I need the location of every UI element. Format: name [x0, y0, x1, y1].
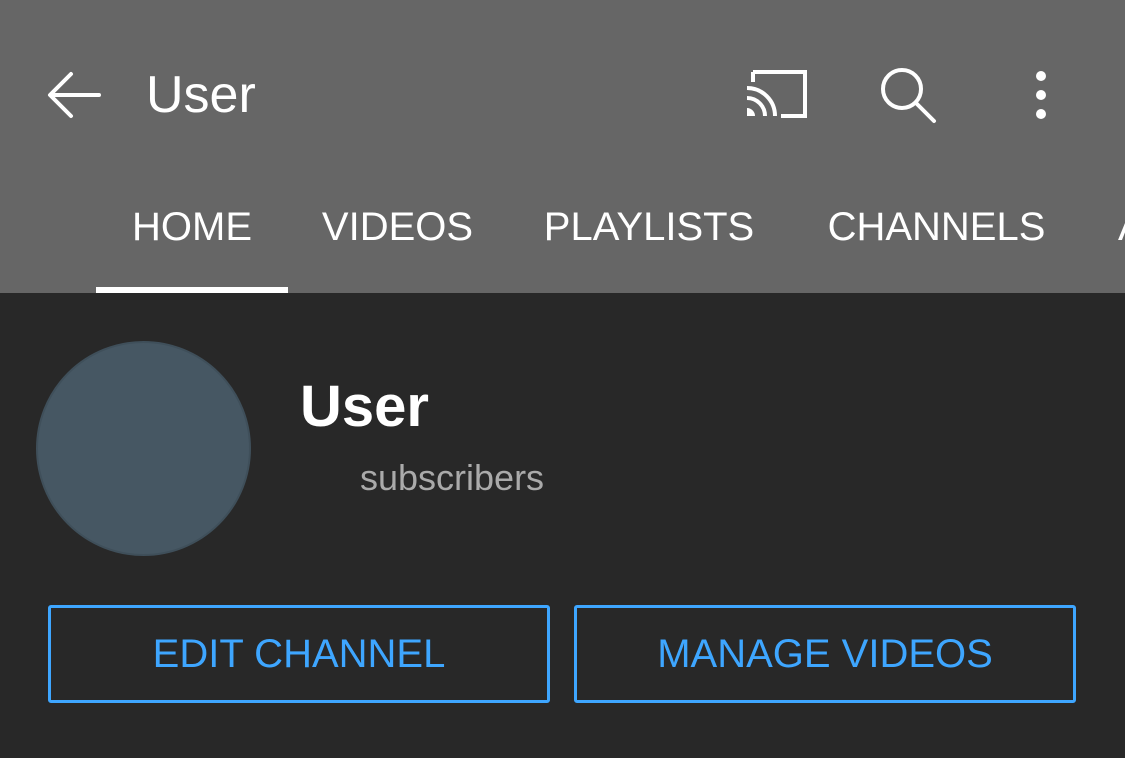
page-title: User	[146, 66, 256, 124]
back-button[interactable]	[38, 60, 108, 130]
tab-home[interactable]: HOME	[96, 175, 288, 293]
cast-button[interactable]	[737, 60, 817, 130]
more-vert-icon	[1036, 71, 1046, 119]
tab-videos[interactable]: VIDEOS	[305, 175, 490, 293]
tab-playlists[interactable]: PLAYLISTS	[523, 175, 775, 293]
channel-page: User HOME VIDEOS PLAYLISTS CHANNELS User…	[0, 0, 1125, 758]
search-icon	[881, 68, 936, 123]
back-arrow-icon	[48, 72, 101, 118]
manage-videos-button[interactable]: MANAGE VIDEOS	[574, 605, 1076, 703]
channel-tabs: HOME VIDEOS PLAYLISTS CHANNELS A	[0, 175, 1125, 293]
subscriber-count: subscribers	[360, 457, 545, 498]
tab-channels[interactable]: CHANNELS	[808, 175, 1065, 293]
cast-icon	[746, 70, 807, 118]
channel-name: User	[300, 374, 429, 439]
tab-about[interactable]: A	[1100, 175, 1125, 293]
selected-tab-indicator	[96, 287, 288, 293]
more-options-button[interactable]	[1010, 58, 1072, 132]
channel-avatar[interactable]	[36, 341, 251, 556]
search-button[interactable]	[868, 58, 948, 132]
edit-channel-button[interactable]: EDIT CHANNEL	[48, 605, 550, 703]
app-bar: User HOME VIDEOS PLAYLISTS CHANNELS	[0, 0, 1125, 293]
